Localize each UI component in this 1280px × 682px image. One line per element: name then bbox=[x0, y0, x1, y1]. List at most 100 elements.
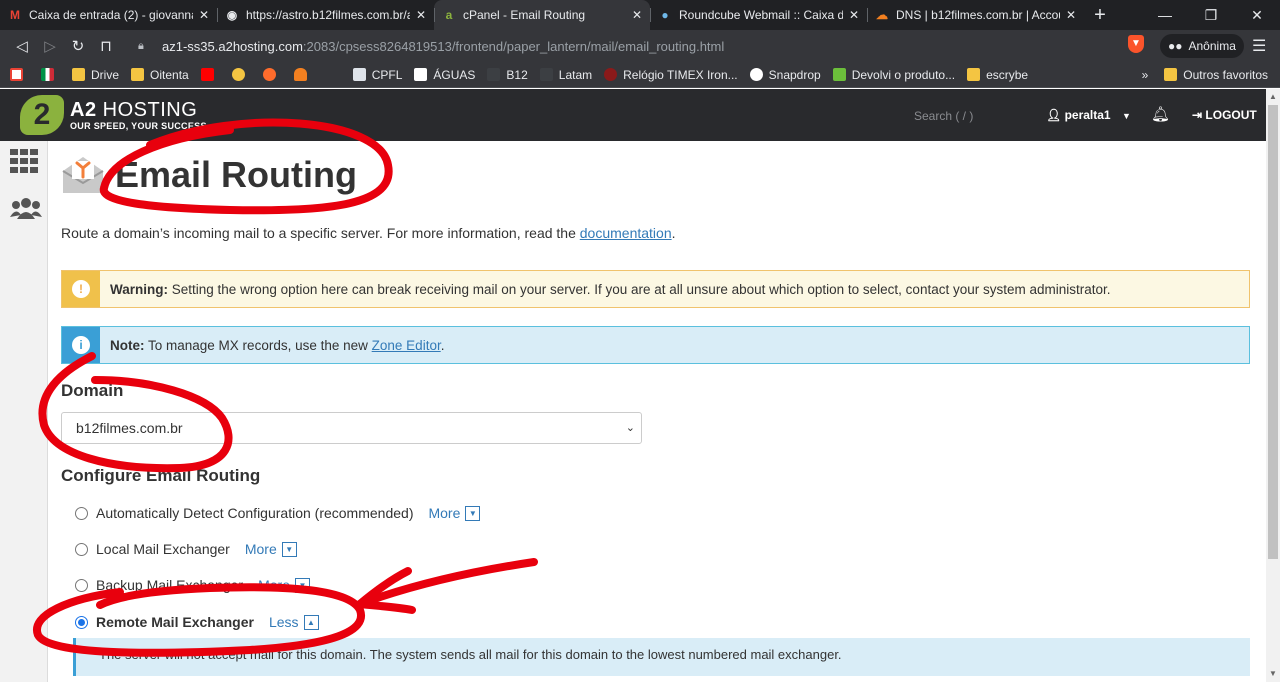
logout-label: LOGOUT bbox=[1205, 108, 1257, 122]
radio-auto-detect[interactable] bbox=[75, 506, 88, 520]
zone-editor-link[interactable]: Zone Editor bbox=[372, 338, 441, 353]
bookmark-youtube[interactable] bbox=[200, 68, 220, 81]
page-icon bbox=[352, 68, 366, 81]
radio-remote-mx[interactable] bbox=[75, 615, 88, 629]
bookmark-cloud[interactable] bbox=[293, 68, 313, 81]
minimize-icon[interactable]: — bbox=[1142, 0, 1188, 30]
new-tab-button[interactable]: + bbox=[1084, 0, 1116, 30]
caret-up-icon: ▲ bbox=[303, 614, 319, 630]
option-label: Automatically Detect Configuration (reco… bbox=[96, 505, 414, 521]
folder-icon bbox=[1164, 68, 1178, 81]
bookmark-oitenta[interactable]: Oitenta bbox=[131, 68, 189, 82]
more-toggle[interactable]: More ▼ bbox=[258, 577, 310, 593]
reload-icon[interactable]: ↻ bbox=[64, 37, 92, 55]
reclame-icon bbox=[832, 68, 846, 81]
bookmark-label: Relógio TIMEX Iron... bbox=[623, 67, 738, 82]
watch-icon bbox=[604, 68, 618, 81]
close-window-icon[interactable]: ✕ bbox=[1234, 0, 1280, 30]
tab-title: Caixa de entrada (2) - giovanna@ bbox=[29, 8, 193, 22]
close-icon[interactable]: ✕ bbox=[199, 8, 209, 22]
brave-shield-icon[interactable]: ▼ bbox=[1128, 35, 1144, 53]
tab-cloudflare-dns[interactable]: ☁ DNS | b12filmes.com.br | Accoun ✕ bbox=[867, 0, 1084, 30]
search-input[interactable]: Search ( / ) bbox=[914, 109, 973, 123]
folder-icon bbox=[72, 68, 85, 81]
radio-local-mx[interactable] bbox=[75, 542, 88, 556]
restore-icon[interactable]: ❐ bbox=[1188, 0, 1234, 30]
tab-astro[interactable]: ◉ https://astro.b12filmes.com.br/a ✕ bbox=[217, 0, 434, 30]
page-title: Email Routing bbox=[115, 154, 357, 195]
more-toggle[interactable]: More ▼ bbox=[245, 541, 297, 557]
browser-menu-icon[interactable]: ☰ bbox=[1252, 36, 1266, 56]
bookmark-aguas[interactable]: ÁGUAS bbox=[414, 68, 475, 82]
option-auto-detect[interactable]: Automatically Detect Configuration (reco… bbox=[75, 505, 481, 521]
tab-roundcube[interactable]: ● Roundcube Webmail :: Caixa de ✕ bbox=[650, 0, 867, 30]
option-remote-mx[interactable]: Remote Mail Exchanger Less ▲ bbox=[75, 614, 319, 630]
bookmark-label: CPFL bbox=[371, 67, 403, 82]
username: peralta1 bbox=[1064, 108, 1111, 122]
bookmark-flag[interactable] bbox=[41, 68, 60, 81]
overflow-chevron-icon[interactable]: » bbox=[1142, 68, 1149, 82]
bookmark-drive[interactable]: Drive bbox=[72, 68, 119, 82]
close-icon[interactable]: ✕ bbox=[632, 8, 642, 22]
flag-icon bbox=[41, 68, 54, 81]
browser-toolbar: ◁ ▷ ↻ ⊓ 🔒︎ az1-ss35.a2hosting.com:2083/c… bbox=[0, 30, 1280, 62]
logout-button[interactable]: ⇥ LOGOUT bbox=[1192, 108, 1257, 122]
incognito-badge[interactable]: ●● Anônima bbox=[1160, 34, 1244, 58]
bookmark-label: Latam bbox=[558, 67, 593, 82]
tab-gmail[interactable]: M Caixa de entrada (2) - giovanna@ ✕ bbox=[0, 0, 217, 30]
browser-tabstrip: M Caixa de entrada (2) - giovanna@ ✕ ◉ h… bbox=[0, 0, 1280, 30]
radio-backup-mx[interactable] bbox=[75, 578, 88, 592]
bookmark-devolvi[interactable]: Devolvi o produto... bbox=[832, 68, 955, 82]
more-toggle[interactable]: More ▼ bbox=[428, 505, 481, 521]
bell-icon[interactable]: 🔔︎ bbox=[1151, 105, 1170, 123]
tab-title: DNS | b12filmes.com.br | Accoun bbox=[896, 8, 1060, 22]
scrollbar-thumb[interactable] bbox=[1268, 105, 1278, 559]
bookmark-timex[interactable]: Relógio TIMEX Iron... bbox=[604, 68, 738, 82]
caret-down-icon: ▼ bbox=[294, 577, 310, 593]
option-backup-mx[interactable]: Backup Mail Exchanger More ▼ bbox=[75, 577, 310, 593]
info-icon: i bbox=[62, 327, 100, 363]
bookmark-label: Snapdrop bbox=[768, 67, 821, 82]
bookmark-eyes[interactable] bbox=[231, 68, 251, 81]
gmail-icon: M bbox=[10, 8, 20, 22]
note-text: To manage MX records, use the new bbox=[148, 337, 368, 353]
bookmark-snapdrop[interactable]: Snapdrop bbox=[749, 67, 821, 82]
option-local-mx[interactable]: Local Mail Exchanger More ▼ bbox=[75, 541, 297, 557]
grid-icon[interactable] bbox=[10, 149, 38, 179]
close-icon[interactable]: ✕ bbox=[416, 8, 426, 22]
globe-icon bbox=[749, 68, 763, 81]
tab-cpanel-email-routing[interactable]: a cPanel - Email Routing ✕ bbox=[434, 0, 650, 30]
bookmark-escrybe[interactable]: escrybe bbox=[967, 68, 1028, 82]
youtube-icon bbox=[200, 68, 214, 81]
user-menu[interactable]: 👤︎ peralta1 ▼ bbox=[1046, 108, 1131, 122]
a2-hosting-logo[interactable]: 2 A2 HOSTING OUR SPEED, YOUR SUCCESS bbox=[20, 95, 207, 135]
other-bookmarks[interactable]: Outros favoritos bbox=[1183, 68, 1268, 82]
address-bar[interactable]: 🔒︎ az1-ss35.a2hosting.com:2083/cpsess826… bbox=[138, 34, 1238, 58]
bookmark-latam[interactable]: Latam bbox=[539, 67, 593, 82]
triangle-icon bbox=[487, 68, 501, 81]
page-scrollbar[interactable]: ▲ ▼ bbox=[1266, 89, 1280, 682]
bookmark-b12[interactable]: B12 bbox=[487, 67, 528, 82]
cpanel-header: 2 A2 HOSTING OUR SPEED, YOUR SUCCESS Sea… bbox=[0, 89, 1266, 141]
close-icon[interactable]: ✕ bbox=[849, 8, 859, 22]
bookmark-label: B12 bbox=[506, 67, 528, 82]
globe-icon: ◉ bbox=[226, 8, 238, 22]
page-icon bbox=[414, 68, 428, 81]
incognito-label: Anônima bbox=[1188, 39, 1236, 53]
note-alert: i Note: To manage MX records, use the ne… bbox=[61, 326, 1250, 364]
bookmark-cpanel[interactable] bbox=[262, 68, 282, 81]
window-controls: — ❐ ✕ bbox=[1142, 0, 1280, 30]
forward-icon[interactable]: ▷ bbox=[36, 37, 64, 55]
domain-select[interactable]: b12filmes.com.br ⌄ bbox=[61, 412, 642, 444]
back-icon[interactable]: ◁ bbox=[8, 37, 36, 55]
close-icon[interactable]: ✕ bbox=[1066, 8, 1076, 22]
bookmark-gmail[interactable] bbox=[10, 68, 29, 81]
bookmark-cpfl[interactable]: CPFL bbox=[352, 67, 403, 82]
documentation-link[interactable]: documentation bbox=[580, 225, 672, 241]
scroll-down-icon[interactable]: ▼ bbox=[1269, 669, 1277, 678]
users-icon[interactable] bbox=[10, 197, 42, 225]
bookmark-icon[interactable]: ⊓ bbox=[92, 37, 120, 55]
scroll-up-icon[interactable]: ▲ bbox=[1269, 92, 1277, 101]
bookmarks-overflow[interactable]: » Outros favoritos bbox=[1142, 68, 1280, 82]
less-toggle[interactable]: Less ▲ bbox=[269, 614, 319, 630]
